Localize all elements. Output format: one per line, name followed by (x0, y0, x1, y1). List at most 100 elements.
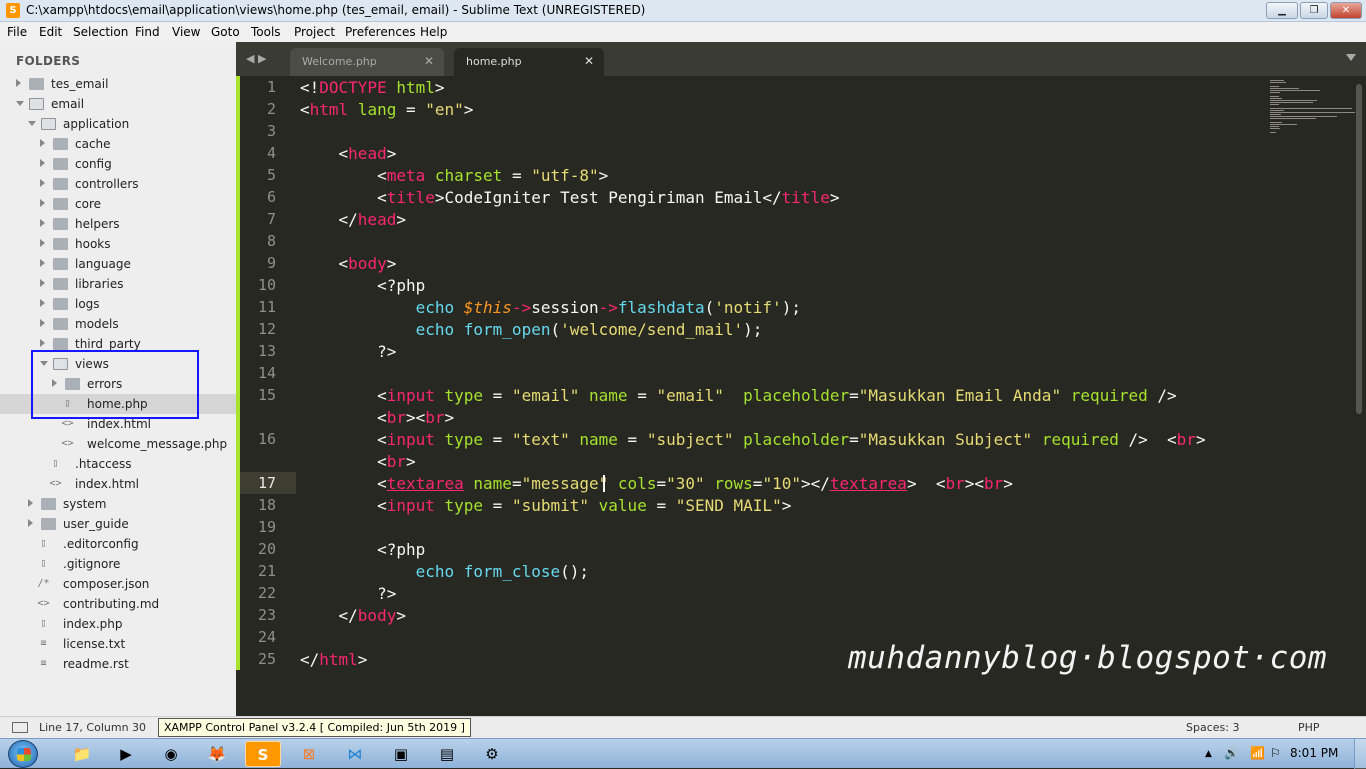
tree-item-editorconfig[interactable]: ▯ .editorconfig (0, 534, 236, 554)
tree-item-logs[interactable]: logs (0, 294, 236, 314)
code-editor[interactable]: 1 <!DOCTYPE html> 2 <html lang = "en"> 3 4 <h… (236, 76, 1366, 716)
syntax-setting[interactable]: PHP (1298, 721, 1320, 734)
code-token: (); (560, 562, 589, 581)
menu-file[interactable]: File (7, 25, 27, 39)
tree-item-readme-rst[interactable]: ≡ readme.rst (0, 654, 236, 674)
tree-item-index-html[interactable]: <> index.html (0, 474, 236, 494)
chevron-right-icon[interactable] (40, 139, 45, 147)
chevron-right-icon[interactable] (28, 519, 33, 527)
chevron-right-icon[interactable] (40, 159, 45, 167)
text-icon: ≡ (40, 658, 47, 669)
chevron-right-icon[interactable] (40, 299, 45, 307)
action-center-flag-icon[interactable]: ⚐ (1270, 746, 1281, 760)
chevron-right-icon[interactable] (40, 279, 45, 287)
tree-item-config[interactable]: config (0, 154, 236, 174)
tree-item-email[interactable]: email (0, 94, 236, 114)
chevron-right-icon[interactable] (40, 339, 45, 347)
sublime-text-taskbar-icon[interactable]: S (245, 741, 281, 767)
tree-item-user-guide[interactable]: user_guide (0, 514, 236, 534)
vertical-scrollbar[interactable] (1356, 84, 1362, 414)
code-line: <meta charset = "utf-8"> (300, 166, 608, 185)
code-token: 'welcome/send_mail' (560, 320, 744, 339)
clock[interactable]: 8:01 PM (1290, 746, 1338, 760)
tree-item-contributing-md[interactable]: <> contributing.md (0, 594, 236, 614)
code-token: < (300, 430, 387, 449)
panel-toggle-icon[interactable] (12, 722, 28, 733)
code-icon: <> (37, 598, 50, 609)
tree-item-system[interactable]: system (0, 494, 236, 514)
media-player-taskbar-icon[interactable]: ▶ (108, 741, 144, 767)
taskbar: 📁 ▶ ◉ 🦊 S ⊠ ⋈ ▣ ▤ ⚙ ▲ 🔊 📶 ⚐ 8:01 PM (0, 738, 1366, 769)
chrome-taskbar-icon[interactable]: ◉ (153, 741, 189, 767)
tree-item-controllers[interactable]: controllers (0, 174, 236, 194)
menu-find[interactable]: Find (135, 25, 160, 39)
menu-preferences[interactable]: Preferences (345, 25, 416, 39)
menu-view[interactable]: View (172, 25, 200, 39)
tree-item-application[interactable]: application (0, 114, 236, 134)
show-desktop-button[interactable] (1354, 739, 1366, 769)
tree-item-tes-email[interactable]: tes_email (0, 74, 236, 94)
signal-icon[interactable]: 📶 (1250, 746, 1265, 760)
tab-menu-chevron-down-icon[interactable] (1346, 54, 1356, 61)
menu-edit[interactable]: Edit (39, 25, 62, 39)
network-app-taskbar-icon[interactable]: ⚙ (474, 741, 510, 767)
start-button[interactable] (8, 740, 38, 768)
tray-up-arrow-icon[interactable]: ▲ (1205, 749, 1212, 759)
indentation-setting[interactable]: Spaces: 3 (1186, 721, 1239, 734)
tree-item-license-txt[interactable]: ≡ license.txt (0, 634, 236, 654)
xampp-taskbar-icon[interactable]: ⊠ (291, 741, 327, 767)
tree-item-cache[interactable]: cache (0, 134, 236, 154)
tree-item-composer-json[interactable]: /* composer.json (0, 574, 236, 594)
chevron-right-icon[interactable] (40, 319, 45, 327)
close-button[interactable]: ✕ (1330, 2, 1362, 19)
tree-item-language[interactable]: language (0, 254, 236, 274)
tree-item-label: tes_email (51, 77, 109, 91)
tab-close-icon[interactable]: ✕ (584, 54, 594, 68)
folder-icon (53, 178, 68, 190)
code-line: <html lang = "en"> (300, 100, 473, 119)
menu-goto[interactable]: Goto (211, 25, 240, 39)
chevron-right-icon[interactable] (40, 239, 45, 247)
chevron-right-icon[interactable] (40, 259, 45, 267)
tree-item-htaccess[interactable]: ▯ .htaccess (0, 454, 236, 474)
chevron-right-icon[interactable] (40, 179, 45, 187)
tab-welcome-php[interactable]: Welcome.php ✕ (290, 48, 444, 76)
chevron-right-icon[interactable] (40, 219, 45, 227)
code-token: rows (714, 474, 753, 493)
tab-nav-arrows-icon[interactable]: ◀ ▶ (246, 52, 266, 65)
tree-item-welcome-message-php[interactable]: <> welcome_message.php (0, 434, 236, 454)
tab-home-php[interactable]: home.php ✕ (454, 48, 604, 76)
chevron-right-icon[interactable] (28, 499, 33, 507)
firefox-taskbar-icon[interactable]: 🦊 (199, 741, 235, 767)
tab-close-icon[interactable]: ✕ (424, 54, 434, 68)
tree-item-gitignore[interactable]: ▯ .gitignore (0, 554, 236, 574)
minimize-button[interactable]: ▁ (1266, 2, 1298, 19)
code-token: name (579, 430, 618, 449)
terminal-taskbar-icon[interactable]: ▣ (383, 741, 419, 767)
code-line: </head> (300, 210, 406, 229)
menu-selection[interactable]: Selection (73, 25, 128, 39)
tree-item-helpers[interactable]: helpers (0, 214, 236, 234)
tree-item-hooks[interactable]: hooks (0, 234, 236, 254)
code-line: ?> (300, 584, 396, 603)
maximize-button[interactable]: ❐ (1300, 2, 1328, 19)
tree-item-libraries[interactable]: libraries (0, 274, 236, 294)
explorer-taskbar-icon[interactable]: 📁 (64, 741, 100, 767)
tree-item-index-php[interactable]: ▯ index.php (0, 614, 236, 634)
chevron-right-icon[interactable] (40, 199, 45, 207)
tree-item-models[interactable]: models (0, 314, 236, 334)
chevron-down-icon[interactable] (28, 121, 36, 126)
menu-help[interactable]: Help (420, 25, 447, 39)
minimap-line (1270, 116, 1337, 117)
vscode-taskbar-icon[interactable]: ⋈ (337, 741, 373, 767)
minimap[interactable] (1266, 76, 1366, 136)
menu-tools[interactable]: Tools (251, 25, 281, 39)
menu-project[interactable]: Project (294, 25, 335, 39)
chevron-right-icon[interactable] (16, 79, 21, 87)
tree-item-core[interactable]: core (0, 194, 236, 214)
chevron-down-icon[interactable] (16, 101, 24, 106)
notepad-taskbar-icon[interactable]: ▤ (429, 741, 465, 767)
volume-icon[interactable]: 🔊 (1224, 746, 1239, 760)
